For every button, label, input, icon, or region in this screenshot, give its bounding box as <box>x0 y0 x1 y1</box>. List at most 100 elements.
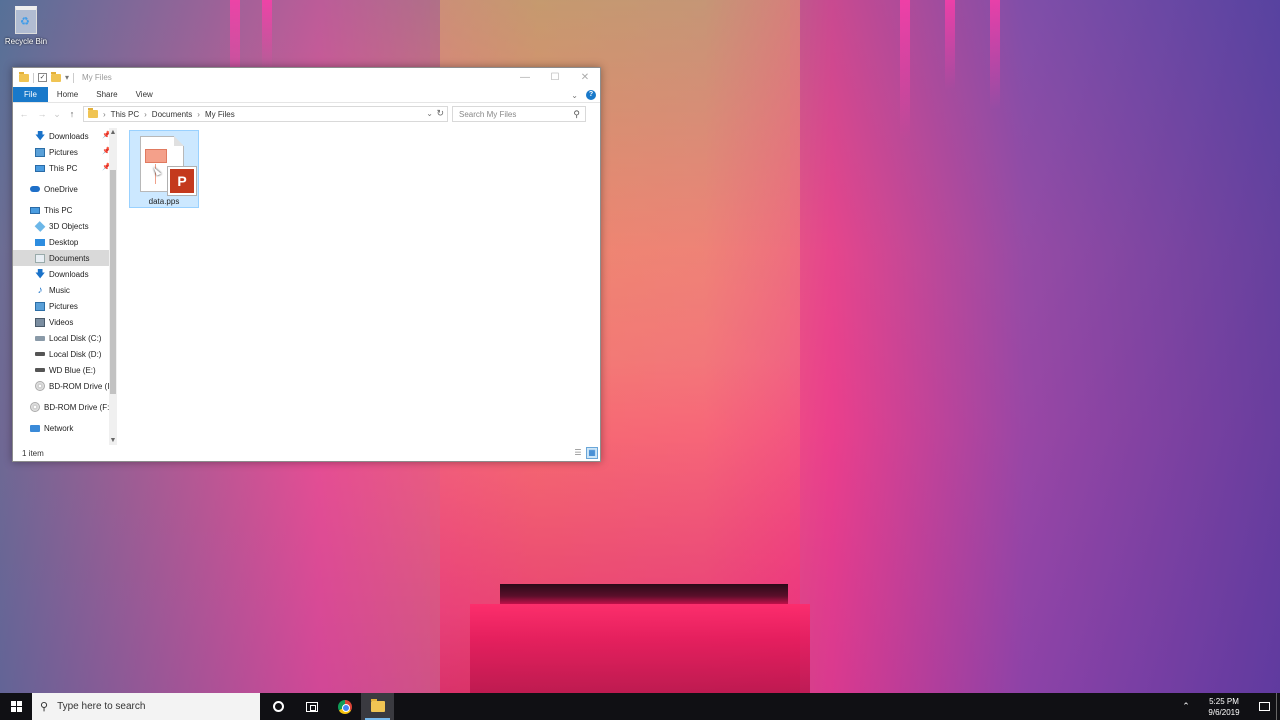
nav-item-documents[interactable]: Documents <box>13 250 117 266</box>
up-arrow-icon[interactable]: ↑ <box>65 109 79 119</box>
system-tray: ⌃ 5:25 PM 9/6/2019 <box>1176 693 1280 720</box>
wallpaper-drip <box>900 0 910 140</box>
nav-item-label: Local Disk (D:) <box>49 349 102 359</box>
search-icon[interactable]: ⚲ <box>573 109 580 120</box>
powerpoint-show-icon: P <box>168 167 196 195</box>
nav-item-pictures-quick[interactable]: Pictures 📌 <box>13 144 117 160</box>
expand-ribbon-chevron-icon[interactable]: ⌄ <box>571 91 578 100</box>
nav-pane-scrollbar[interactable]: ▲ ▼ <box>109 128 117 445</box>
title-bar[interactable]: ✓ ▾ My Files — ☐ ✕ <box>13 68 600 87</box>
search-input[interactable]: Search My Files ⚲ <box>452 106 586 122</box>
nav-item-label: OneDrive <box>44 184 78 194</box>
nav-item-label: Videos <box>49 317 74 327</box>
taskbar: ⚲ Type here to search ⌃ 5:25 PM 9/6/2019 <box>0 693 1280 720</box>
nav-item-label: Network <box>44 423 74 433</box>
scrollbar-thumb[interactable] <box>110 170 116 394</box>
nav-item-label: This PC <box>44 205 73 215</box>
file-item[interactable]: P data.pps <box>129 130 199 208</box>
local-disk-icon <box>35 335 45 341</box>
help-icon[interactable]: ? <box>586 90 596 100</box>
nav-item-downloads[interactable]: 🡇 Downloads <box>13 266 117 282</box>
3d-objects-icon <box>34 220 46 232</box>
nav-item-label: WD Blue (E:) <box>49 365 96 375</box>
scroll-up-arrow-icon[interactable]: ▲ <box>109 129 117 136</box>
nav-item-label: BD-ROM Drive (F: <box>44 402 110 412</box>
breadcrumb-documents[interactable]: Documents <box>152 110 192 119</box>
show-hidden-icons-chevron-icon[interactable]: ⌃ <box>1176 701 1196 712</box>
maximize-button[interactable]: ☐ <box>540 68 570 87</box>
nav-item-videos[interactable]: Videos <box>13 314 117 330</box>
tab-home[interactable]: Home <box>48 87 87 102</box>
nav-item-this-pc[interactable]: This PC <box>13 202 117 218</box>
action-center-button[interactable] <box>1252 693 1276 720</box>
nav-item-local-disk-d[interactable]: Local Disk (D:) <box>13 346 117 362</box>
notification-icon <box>1258 702 1270 711</box>
wallpaper-floor-glow <box>470 604 810 694</box>
large-icons-view-icon[interactable]: ▦ <box>586 447 598 459</box>
start-button[interactable] <box>0 693 32 720</box>
nav-item-label: Downloads <box>49 131 89 141</box>
recycle-bin-icon <box>15 6 37 34</box>
nav-item-local-disk-c[interactable]: Local Disk (C:) <box>13 330 117 346</box>
refresh-icon[interactable]: ↻ <box>436 108 444 119</box>
file-explorer-taskbar-button[interactable] <box>361 693 394 720</box>
nav-item-desktop[interactable]: Desktop <box>13 234 117 250</box>
cortana-circle-icon <box>273 701 284 712</box>
taskbar-search-box[interactable]: ⚲ Type here to search <box>32 693 260 720</box>
details-view-icon[interactable]: ☰ <box>572 447 584 459</box>
nav-item-bd-rom-i[interactable]: BD-ROM Drive (I <box>13 378 117 394</box>
tab-share[interactable]: Share <box>87 87 126 102</box>
nav-item-bd-rom-f[interactable]: BD-ROM Drive (F: <box>13 399 117 415</box>
properties-check-icon[interactable]: ✓ <box>38 73 47 82</box>
breadcrumb-separator-icon[interactable]: › <box>103 110 106 119</box>
back-arrow-icon[interactable]: ← <box>17 109 31 119</box>
minimize-button[interactable]: — <box>510 68 540 87</box>
forward-arrow-icon[interactable]: → <box>35 109 49 119</box>
file-list-area[interactable]: P data.pps <box>117 128 600 445</box>
breadcrumb-my-files[interactable]: My Files <box>205 110 235 119</box>
qat-customize-chevron-icon[interactable]: ▾ <box>65 73 69 82</box>
breadcrumb-this-pc[interactable]: This PC <box>111 110 139 119</box>
address-bar[interactable]: › This PC › Documents › My Files ⌄ ↻ <box>83 106 448 122</box>
window-controls: — ☐ ✕ <box>510 68 600 87</box>
navigation-row: ← → ⌄ ↑ › This PC › Documents › My Files… <box>13 103 600 125</box>
recent-locations-chevron-icon[interactable]: ⌄ <box>53 109 61 120</box>
nav-item-onedrive[interactable]: OneDrive <box>13 181 117 197</box>
address-dropdown-chevron-icon[interactable]: ⌄ <box>426 109 433 118</box>
file-explorer-folder-icon <box>370 699 385 712</box>
nav-item-music[interactable]: ♪ Music <box>13 282 117 298</box>
clock[interactable]: 5:25 PM 9/6/2019 <box>1196 696 1252 718</box>
nav-item-downloads-quick[interactable]: 🡇 Downloads 📌 <box>13 128 117 144</box>
new-folder-icon[interactable] <box>51 71 61 82</box>
breadcrumb-separator-icon[interactable]: › <box>144 110 147 119</box>
close-button[interactable]: ✕ <box>570 68 600 87</box>
breadcrumb-separator-icon[interactable]: › <box>197 110 200 119</box>
cortana-button[interactable] <box>262 693 295 720</box>
task-view-button[interactable] <box>295 693 328 720</box>
wallpaper-drip <box>990 0 1000 110</box>
scroll-down-arrow-icon[interactable]: ▼ <box>109 437 117 444</box>
nav-item-3d-objects[interactable]: 3D Objects <box>13 218 117 234</box>
nav-item-this-pc-quick[interactable]: This PC 📌 <box>13 160 117 176</box>
wallpaper-floor-bar <box>500 584 788 604</box>
nav-item-pictures[interactable]: Pictures <box>13 298 117 314</box>
qat-divider <box>33 72 34 83</box>
tab-file[interactable]: File <box>13 87 48 102</box>
chrome-taskbar-button[interactable] <box>328 693 361 720</box>
nav-item-label: Desktop <box>49 237 79 247</box>
ribbon-right-controls: ⌄ ? <box>571 90 596 100</box>
nav-item-network[interactable]: Network <box>13 420 117 436</box>
file-explorer-window: ✓ ▾ My Files — ☐ ✕ File Home Share View … <box>12 67 601 462</box>
onedrive-cloud-icon <box>30 186 40 192</box>
recycle-bin-desktop-icon[interactable]: Recycle Bin <box>4 6 48 46</box>
file-name-label: data.pps <box>148 197 180 206</box>
tab-view[interactable]: View <box>127 87 162 102</box>
view-toggle-group: ☰ ▦ <box>572 447 598 459</box>
drive-icon <box>35 352 45 356</box>
nav-item-label: Pictures <box>49 301 78 311</box>
network-icon <box>30 424 40 432</box>
show-desktop-button[interactable] <box>1276 693 1280 720</box>
chrome-icon <box>337 699 352 714</box>
nav-item-wd-blue-e[interactable]: WD Blue (E:) <box>13 362 117 378</box>
item-count: 1 item <box>22 448 44 458</box>
